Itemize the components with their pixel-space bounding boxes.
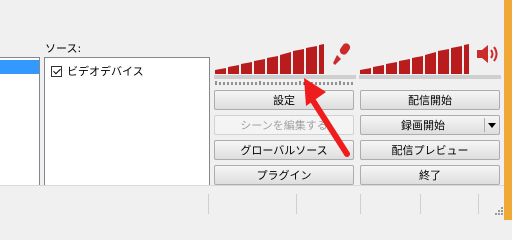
start-recording-button[interactable]: 録画開始 xyxy=(360,115,500,135)
scenes-list-selected-item[interactable] xyxy=(0,60,39,74)
dropdown-divider xyxy=(484,118,485,132)
status-separator xyxy=(360,194,361,214)
exit-button[interactable]: 終了 xyxy=(360,165,500,185)
desktop-meter-bars xyxy=(360,44,469,74)
microphone-icon[interactable] xyxy=(331,41,355,67)
sources-list[interactable]: ビデオデバイス xyxy=(44,57,210,188)
status-separator xyxy=(296,194,297,214)
status-separator xyxy=(478,194,479,214)
source-item-video-device[interactable]: ビデオデバイス xyxy=(51,63,144,79)
preview-stream-button[interactable]: 配信プレビュー xyxy=(360,140,500,160)
start-recording-label: 録画開始 xyxy=(401,119,445,132)
scenes-list[interactable] xyxy=(0,57,40,188)
start-streaming-button[interactable]: 配信開始 xyxy=(360,90,500,110)
status-separator xyxy=(208,194,209,214)
status-separator xyxy=(420,194,421,214)
window-frame-edge xyxy=(504,0,512,220)
desktop-meter-track xyxy=(359,75,501,79)
mic-meter-bars xyxy=(215,44,324,74)
sources-label: ソース: xyxy=(45,42,82,55)
window-top-strip xyxy=(0,0,504,6)
speaker-icon[interactable] xyxy=(476,43,500,65)
source-item-label: ビデオデバイス xyxy=(67,65,144,78)
plugins-button[interactable]: プラグイン xyxy=(214,165,354,185)
annotation-arrow-icon xyxy=(304,78,350,157)
source-checkbox[interactable] xyxy=(51,65,62,77)
chevron-down-icon[interactable] xyxy=(488,123,496,128)
status-bar xyxy=(0,185,504,220)
resize-grip-icon[interactable] xyxy=(494,206,504,216)
